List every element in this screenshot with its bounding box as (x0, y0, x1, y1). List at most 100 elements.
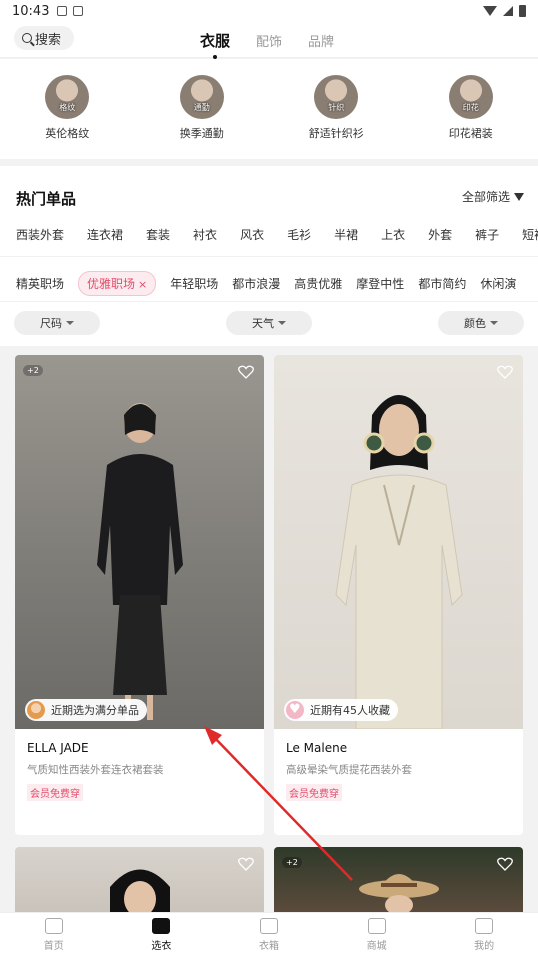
avatar-tag: 通勤 (193, 103, 210, 112)
brand-name: ELLA JADE (27, 741, 89, 755)
heart-icon[interactable] (497, 857, 513, 871)
product-card[interactable]: +2 (274, 847, 523, 912)
heart-icon[interactable] (238, 857, 254, 871)
member-tag: 会员免费穿 (27, 784, 83, 801)
tab-label: 衣箱 (258, 940, 279, 952)
avatar-tag: 印花 (462, 103, 479, 112)
product-image[interactable] (15, 847, 264, 912)
member-tag: 会员免费穿 (286, 784, 342, 801)
category-avatar: 针织 (314, 75, 359, 119)
category-label: 换季通勤 (179, 127, 224, 140)
category-row: 格纹 英伦格纹 通勤 换季通勤 针织 舒适针织衫 印花 印花裙装 (0, 59, 538, 159)
weather-label: 天气 (252, 317, 274, 330)
tab-brands[interactable]: 品牌 (308, 31, 334, 50)
style-chip[interactable]: 高贵优雅 (294, 271, 342, 296)
weather-dropdown[interactable]: 天气 (226, 311, 312, 335)
tab-accessories[interactable]: 配饰 (256, 31, 282, 50)
chevron-down-icon (66, 321, 74, 325)
type-chip[interactable]: 西装外套 (16, 226, 64, 243)
category-label: 舒适针织衫 (308, 127, 364, 140)
top-tabs: 衣服 配饰 品牌 (200, 22, 334, 59)
search-icon (22, 33, 32, 43)
product-card[interactable]: +2 近期选为满分单品 ELLA JADE 气质知性西装外套连衣裙套装 会员免费… (15, 355, 264, 835)
product-desc: 高级晕染气质提花西装外套 (286, 764, 412, 776)
type-chip[interactable]: 上衣 (381, 226, 405, 243)
heart-icon[interactable] (497, 365, 513, 379)
style-chip[interactable]: 年轻职场 (170, 271, 218, 296)
heart-icon[interactable] (238, 365, 254, 379)
note-text: 近期选为满分单品 (51, 704, 139, 717)
style-chip[interactable]: 精英职场 (16, 271, 64, 296)
avatar-tag: 格纹 (59, 103, 76, 112)
category-label: 印花裙装 (448, 127, 493, 140)
tab-home[interactable]: 首页 (24, 917, 84, 952)
signal-icon (503, 6, 513, 16)
avatar-icon (27, 701, 45, 719)
color-dropdown[interactable]: 颜色 (438, 311, 524, 335)
size-label: 尺码 (40, 317, 62, 330)
style-chip[interactable]: 都市浪漫 (232, 271, 280, 296)
category-item[interactable]: 印花 印花裙装 (416, 75, 526, 141)
style-chip[interactable]: 都市简约 (418, 271, 466, 296)
highlight-note: 近期有45人收藏 (284, 699, 398, 721)
style-chip-label: 优雅职场 (87, 277, 136, 291)
avatar-tag: 针织 (328, 103, 345, 112)
divider (0, 256, 538, 257)
status-time: 10:43 (12, 3, 50, 19)
close-icon[interactable]: × (138, 278, 147, 291)
style-chip[interactable]: 休闲演 (480, 271, 516, 296)
category-item[interactable]: 格纹 英伦格纹 (12, 75, 122, 141)
note-text: 近期有45人收藏 (310, 704, 390, 717)
style-chip-selected[interactable]: 优雅职场 × (78, 271, 157, 296)
divider (0, 301, 538, 302)
model-figure (334, 395, 463, 729)
category-avatar: 格纹 (45, 75, 90, 119)
tab-profile[interactable]: 我的 (454, 917, 514, 952)
product-image[interactable]: +2 (274, 847, 523, 912)
type-chip[interactable]: 裤子 (475, 226, 499, 243)
search-label: 搜索 (35, 32, 62, 48)
tab-label: 选衣 (151, 940, 172, 952)
tab-store[interactable]: 商城 (347, 917, 407, 952)
photo-count-badge: +2 (282, 857, 302, 868)
style-filter-row: 精英职场 优雅职场 × 年轻职场 都市浪漫 高贵优雅 摩登中性 都市简约 休闲演 (16, 271, 538, 296)
product-desc: 气质知性西装外套连衣裙套装 (27, 764, 164, 776)
type-chip[interactable]: 短裤 (522, 226, 538, 243)
size-dropdown[interactable]: 尺码 (14, 311, 100, 335)
category-item[interactable]: 通勤 换季通勤 (147, 75, 257, 141)
product-image[interactable]: +2 近期选为满分单品 (15, 355, 264, 729)
store-icon (367, 917, 386, 934)
model-figure (109, 869, 170, 912)
photo-count-badge: +2 (23, 365, 43, 376)
tab-label: 我的 (474, 940, 495, 952)
search-button[interactable]: 搜索 (14, 26, 74, 50)
section-title: 热门单品 (16, 190, 77, 208)
tab-choose[interactable]: 选衣 (131, 917, 191, 952)
type-chip[interactable]: 半裙 (334, 226, 358, 243)
product-card[interactable] (15, 847, 264, 912)
type-chip[interactable]: 外套 (428, 226, 452, 243)
type-chip[interactable]: 套装 (146, 226, 170, 243)
bottom-tab-bar: 首页 选衣 衣箱 商城 我的 (0, 912, 538, 956)
product-card[interactable]: 近期有45人收藏 Le Malene 高级晕染气质提花西装外套 会员免费穿 (274, 355, 523, 835)
tab-clothes[interactable]: 衣服 (200, 30, 230, 59)
heart-badge-icon (286, 701, 304, 719)
all-filters-label: 全部筛选 (461, 190, 510, 204)
battery-icon (519, 5, 526, 17)
brand-name: Le Malene (286, 741, 348, 755)
model-figure (358, 874, 439, 912)
tab-label: 商城 (366, 940, 387, 952)
type-chip[interactable]: 衬衣 (193, 226, 217, 243)
all-filters-button[interactable]: 全部筛选 (462, 188, 524, 205)
tab-wardrobe[interactable]: 衣箱 (239, 917, 299, 952)
type-chip[interactable]: 毛衫 (287, 226, 311, 243)
home-icon (44, 917, 63, 934)
type-chip[interactable]: 风衣 (240, 226, 264, 243)
box-icon (259, 917, 278, 934)
product-image[interactable]: 近期有45人收藏 (274, 355, 523, 729)
type-chip[interactable]: 连衣裙 (87, 226, 123, 243)
type-filter-row: 西装外套 连衣裙 套装 衬衣 风衣 毛衫 半裙 上衣 外套 裤子 短裤 (16, 226, 538, 243)
top-header: 搜索 衣服 配饰 品牌 (0, 22, 538, 59)
category-item[interactable]: 针织 舒适针织衫 (281, 75, 391, 141)
style-chip[interactable]: 摩登中性 (356, 271, 404, 296)
